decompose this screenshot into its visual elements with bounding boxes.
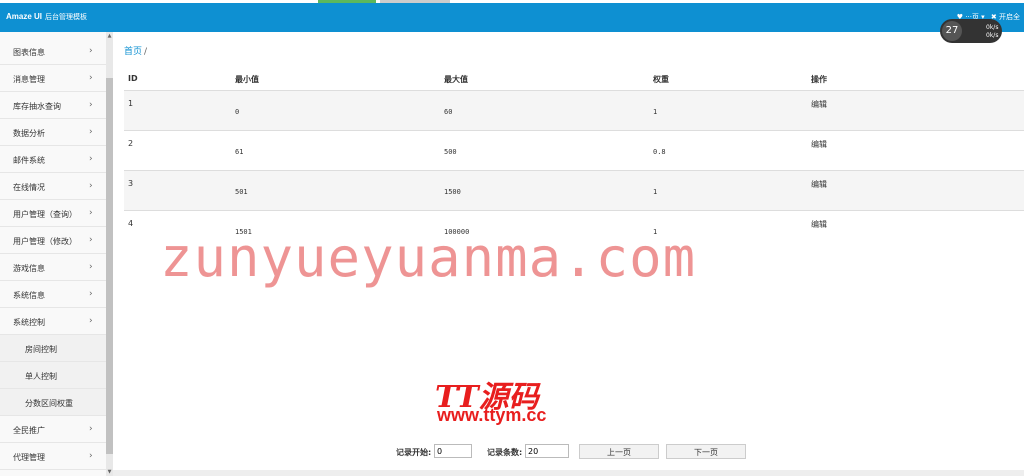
breadcrumb: 首页 / [124,44,147,57]
sidebar-item-user-query[interactable]: 用户管理（查询） › [0,200,106,227]
sidebar-subitem-label: 分数区间权重 [25,399,73,408]
watermark-url: www.ttym.cc [437,405,547,425]
sidebar-item-agent[interactable]: 代理管理 › [0,443,106,470]
download-speed: 0k/s [986,32,999,39]
sidebar-item-label: 游戏信息 [13,264,45,273]
scroll-down-icon[interactable]: ▼ [106,468,113,476]
sidebar-item-label: 库存抽水查询 [13,102,61,111]
scrollbar-thumb[interactable] [106,78,113,454]
chevron-right-icon: › [89,424,93,434]
table-row: 1 0 60 1 编辑 [124,90,1024,130]
sidebar-item-messages[interactable]: 消息管理 › [0,65,106,92]
cell-weight: 1 [653,108,658,116]
column-header-weight: 权重 [653,75,669,84]
pagination-bar: 记录开始: 记录条数: 上一页 下一页 [390,444,770,462]
sidebar-item-label: 全民推广 [13,426,45,435]
sidebar-item-user-edit[interactable]: 用户管理（修改） › [0,227,106,254]
next-page-button[interactable]: 下一页 [666,444,746,459]
record-start-input[interactable] [434,444,472,458]
cell-max: 500 [444,148,457,156]
column-header-id: ID [128,74,138,83]
cell-weight: 0.8 [653,148,666,156]
cell-id: 3 [128,179,134,188]
chevron-right-icon: › [89,208,93,218]
brand[interactable]: Amaze UI 后台管理模板 [6,12,87,22]
edit-link[interactable]: 编辑 [811,139,827,150]
sidebar-scrollbar[interactable]: ▲ ▼ [106,32,113,476]
upload-speed: 0k/s [986,24,999,31]
count-label: 记录条数: [487,448,523,457]
sidebar-item-label: 用户管理（修改） [13,237,77,246]
sidebar-item-label: 邮件系统 [13,156,45,165]
cell-min: 61 [235,148,244,156]
sidebar-item-label: 数据分析 [13,129,45,138]
chevron-right-icon: › [89,289,93,299]
column-header-max: 最大值 [444,75,468,84]
sidebar-item-charts[interactable]: 图表信息 › [0,38,106,65]
brand-subtitle: 后台管理模板 [45,14,88,21]
edit-link[interactable]: 编辑 [811,219,827,230]
sidebar-item-label: 在线情况 [13,183,45,192]
table-header: ID 最小值 最大值 权重 操作 [124,70,1024,90]
sidebar-item-system-control[interactable]: 系统控制 › [0,308,106,335]
sidebar-item-label: 代理管理 [13,453,45,462]
sidebar-item-promotion[interactable]: 全民推广 › [0,416,106,443]
chevron-right-icon: › [89,262,93,272]
chevron-right-icon: › [89,451,93,461]
cell-weight: 1 [653,188,658,196]
edit-link[interactable]: 编辑 [811,99,827,110]
sidebar-item-inventory[interactable]: 库存抽水查询 › [0,92,106,119]
sidebar-subitem-room-control[interactable]: 房间控制 [0,335,106,362]
cell-min: 0 [235,108,240,116]
horizontal-scrollbar[interactable] [113,470,1024,476]
sidebar-subitem-single-control[interactable]: 单人控制 [0,362,106,389]
speed-percent: 27 [942,21,962,41]
start-label: 记录开始: [396,448,432,457]
sidebar-item-label: 消息管理 [13,75,45,84]
sidebar-item-mail[interactable]: 邮件系统 › [0,146,106,173]
sidebar-item-label: 用户管理（查询） [13,210,77,219]
brand-name: Amaze UI [6,12,43,21]
sidebar-subitem-label: 单人控制 [25,372,57,381]
sidebar-item-analytics[interactable]: 数据分析 › [0,119,106,146]
edit-link[interactable]: 编辑 [811,179,827,190]
chevron-right-icon: › [89,316,93,326]
record-count-input[interactable] [525,444,569,458]
chevron-right-icon: › [89,73,93,83]
chevron-right-icon: › [89,127,93,137]
chevron-right-icon: › [89,235,93,245]
sidebar-item-label: 系统控制 [13,318,45,327]
chevron-right-icon: › [89,154,93,164]
sidebar-item-game-info[interactable]: 游戏信息 › [0,254,106,281]
table-row: 2 61 500 0.8 编辑 [124,130,1024,170]
chevron-right-icon: › [89,181,93,191]
sidebar-item-label: 系统信息 [13,291,45,300]
cell-id: 4 [128,219,134,228]
sidebar-item-online[interactable]: 在线情况 › [0,173,106,200]
sidebar-subitem-label: 房间控制 [25,345,57,354]
watermark-text: zunyueyuanma.com [160,226,697,289]
chevron-right-icon: › [89,100,93,110]
chevron-right-icon: › [89,46,93,56]
sidebar-item-label: 图表信息 [13,48,45,57]
breadcrumb-home-link[interactable]: 首页 [124,47,142,57]
prev-page-button[interactable]: 上一页 [579,444,659,459]
column-header-min: 最小值 [235,75,259,84]
column-header-action: 操作 [811,75,827,84]
sidebar: 图表信息 › 消息管理 › 库存抽水查询 › 数据分析 › 邮件系统 › 在线情况 › 用户… [0,32,107,476]
cell-max: 60 [444,108,453,116]
app-header: Amaze UI 后台管理模板 ♥ ···页 ▾ ✖ 开启全 [0,3,1024,32]
scroll-up-icon[interactable]: ▲ [106,32,113,40]
cell-min: 501 [235,188,248,196]
breadcrumb-separator: / [144,47,148,57]
network-speed-widget: 27 0k/s 0k/s [940,19,1002,43]
cell-id: 1 [128,99,134,108]
cell-id: 2 [128,139,134,148]
sidebar-subitem-score-weight[interactable]: 分数区间权重 [0,389,106,416]
table-row: 3 501 1500 1 编辑 [124,170,1024,210]
sidebar-item-system-info[interactable]: 系统信息 › [0,281,106,308]
cell-max: 1500 [444,188,461,196]
